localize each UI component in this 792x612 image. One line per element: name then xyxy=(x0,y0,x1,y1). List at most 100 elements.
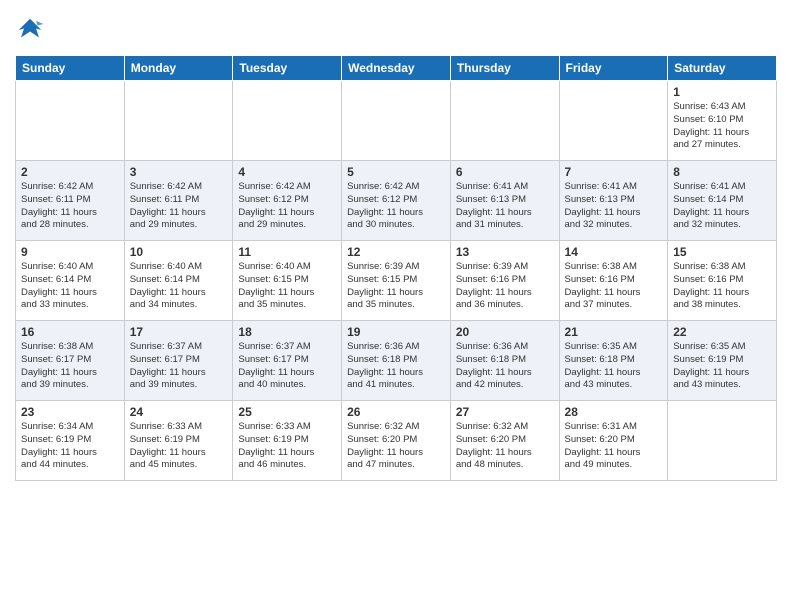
day-number: 27 xyxy=(456,405,554,419)
calendar-cell xyxy=(233,81,342,161)
calendar-cell: 23 Sunrise: 6:34 AM Sunset: 6:19 PM Dayli… xyxy=(16,401,125,481)
day-info: Sunrise: 6:39 AM Sunset: 6:15 PM Dayligh… xyxy=(347,261,445,312)
day-info: Sunrise: 6:42 AM Sunset: 6:11 PM Dayligh… xyxy=(21,181,119,232)
day-number: 26 xyxy=(347,405,445,419)
day-info: Sunrise: 6:38 AM Sunset: 6:16 PM Dayligh… xyxy=(673,261,771,312)
calendar-cell xyxy=(342,81,451,161)
day-info: Sunrise: 6:38 AM Sunset: 6:16 PM Dayligh… xyxy=(565,261,663,312)
day-info: Sunrise: 6:32 AM Sunset: 6:20 PM Dayligh… xyxy=(456,421,554,472)
day-number: 8 xyxy=(673,165,771,179)
day-info: Sunrise: 6:40 AM Sunset: 6:14 PM Dayligh… xyxy=(21,261,119,312)
day-info: Sunrise: 6:32 AM Sunset: 6:20 PM Dayligh… xyxy=(347,421,445,472)
day-info: Sunrise: 6:31 AM Sunset: 6:20 PM Dayligh… xyxy=(565,421,663,472)
weekday-header-thursday: Thursday xyxy=(450,56,559,81)
calendar-week-row: 23 Sunrise: 6:34 AM Sunset: 6:19 PM Dayli… xyxy=(16,401,777,481)
day-number: 7 xyxy=(565,165,663,179)
calendar-cell: 26 Sunrise: 6:32 AM Sunset: 6:20 PM Dayli… xyxy=(342,401,451,481)
calendar-cell: 13 Sunrise: 6:39 AM Sunset: 6:16 PM Dayli… xyxy=(450,241,559,321)
logo xyxy=(15,15,47,45)
calendar-cell: 8 Sunrise: 6:41 AM Sunset: 6:14 PM Daylig… xyxy=(668,161,777,241)
day-info: Sunrise: 6:42 AM Sunset: 6:12 PM Dayligh… xyxy=(347,181,445,232)
day-info: Sunrise: 6:37 AM Sunset: 6:17 PM Dayligh… xyxy=(238,341,336,392)
calendar-cell xyxy=(124,81,233,161)
calendar-cell: 5 Sunrise: 6:42 AM Sunset: 6:12 PM Daylig… xyxy=(342,161,451,241)
calendar-cell xyxy=(16,81,125,161)
calendar-cell: 16 Sunrise: 6:38 AM Sunset: 6:17 PM Dayli… xyxy=(16,321,125,401)
weekday-header-wednesday: Wednesday xyxy=(342,56,451,81)
day-info: Sunrise: 6:41 AM Sunset: 6:13 PM Dayligh… xyxy=(565,181,663,232)
calendar-cell: 20 Sunrise: 6:36 AM Sunset: 6:18 PM Dayli… xyxy=(450,321,559,401)
calendar-cell: 22Sunrise: 6:35 AM Sunset: 6:19 PM Dayli… xyxy=(668,321,777,401)
day-number: 11 xyxy=(238,245,336,259)
calendar-week-row: 9 Sunrise: 6:40 AM Sunset: 6:14 PM Daylig… xyxy=(16,241,777,321)
calendar-cell xyxy=(668,401,777,481)
calendar-cell: 14 Sunrise: 6:38 AM Sunset: 6:16 PM Dayli… xyxy=(559,241,668,321)
weekday-header-row: SundayMondayTuesdayWednesdayThursdayFrid… xyxy=(16,56,777,81)
day-info: Sunrise: 6:36 AM Sunset: 6:18 PM Dayligh… xyxy=(347,341,445,392)
calendar-cell xyxy=(450,81,559,161)
calendar-week-row: 1 Sunrise: 6:43 AM Sunset: 6:10 PM Daylig… xyxy=(16,81,777,161)
calendar-cell: 4 Sunrise: 6:42 AM Sunset: 6:12 PM Daylig… xyxy=(233,161,342,241)
calendar-cell: 19 Sunrise: 6:36 AM Sunset: 6:18 PM Dayli… xyxy=(342,321,451,401)
day-number: 1 xyxy=(673,85,771,99)
day-info: Sunrise: 6:41 AM Sunset: 6:13 PM Dayligh… xyxy=(456,181,554,232)
calendar-cell: 10Sunrise: 6:40 AM Sunset: 6:14 PM Dayli… xyxy=(124,241,233,321)
calendar-cell: 25 Sunrise: 6:33 AM Sunset: 6:19 PM Dayli… xyxy=(233,401,342,481)
weekday-header-friday: Friday xyxy=(559,56,668,81)
day-info: Sunrise: 6:38 AM Sunset: 6:17 PM Dayligh… xyxy=(21,341,119,392)
day-number: 5 xyxy=(347,165,445,179)
calendar-cell: 18 Sunrise: 6:37 AM Sunset: 6:17 PM Dayli… xyxy=(233,321,342,401)
calendar-cell: 11 Sunrise: 6:40 AM Sunset: 6:15 PM Dayli… xyxy=(233,241,342,321)
day-info: Sunrise: 6:33 AM Sunset: 6:19 PM Dayligh… xyxy=(130,421,228,472)
day-number: 23 xyxy=(21,405,119,419)
day-number: 9 xyxy=(21,245,119,259)
calendar-week-row: 16 Sunrise: 6:38 AM Sunset: 6:17 PM Dayli… xyxy=(16,321,777,401)
calendar-cell: 27 Sunrise: 6:32 AM Sunset: 6:20 PM Dayli… xyxy=(450,401,559,481)
calendar-cell: 17Sunrise: 6:37 AM Sunset: 6:17 PM Dayli… xyxy=(124,321,233,401)
day-info: Sunrise: 6:35 AM Sunset: 6:18 PM Dayligh… xyxy=(565,341,663,392)
weekday-header-monday: Monday xyxy=(124,56,233,81)
calendar-cell: 2 Sunrise: 6:42 AM Sunset: 6:11 PM Daylig… xyxy=(16,161,125,241)
calendar-body: 1 Sunrise: 6:43 AM Sunset: 6:10 PM Daylig… xyxy=(16,81,777,481)
day-info: Sunrise: 6:42 AM Sunset: 6:12 PM Dayligh… xyxy=(238,181,336,232)
day-number: 25 xyxy=(238,405,336,419)
calendar-cell: 15 Sunrise: 6:38 AM Sunset: 6:16 PM Dayli… xyxy=(668,241,777,321)
day-info: Sunrise: 6:33 AM Sunset: 6:19 PM Dayligh… xyxy=(238,421,336,472)
day-info: Sunrise: 6:39 AM Sunset: 6:16 PM Dayligh… xyxy=(456,261,554,312)
logo-bird-icon xyxy=(15,15,45,45)
day-info: Sunrise: 6:36 AM Sunset: 6:18 PM Dayligh… xyxy=(456,341,554,392)
calendar-cell: 21 Sunrise: 6:35 AM Sunset: 6:18 PM Dayli… xyxy=(559,321,668,401)
day-number: 18 xyxy=(238,325,336,339)
calendar-cell: 6 Sunrise: 6:41 AM Sunset: 6:13 PM Daylig… xyxy=(450,161,559,241)
calendar-table: SundayMondayTuesdayWednesdayThursdayFrid… xyxy=(15,55,777,481)
calendar-cell: 9 Sunrise: 6:40 AM Sunset: 6:14 PM Daylig… xyxy=(16,241,125,321)
calendar-cell: 7 Sunrise: 6:41 AM Sunset: 6:13 PM Daylig… xyxy=(559,161,668,241)
day-number: 2 xyxy=(21,165,119,179)
day-number: 16 xyxy=(21,325,119,339)
day-number: 20 xyxy=(456,325,554,339)
calendar-cell: 24 Sunrise: 6:33 AM Sunset: 6:19 PM Dayli… xyxy=(124,401,233,481)
day-number: 24 xyxy=(130,405,228,419)
day-number: 4 xyxy=(238,165,336,179)
weekday-header-sunday: Sunday xyxy=(16,56,125,81)
calendar-cell: 1 Sunrise: 6:43 AM Sunset: 6:10 PM Daylig… xyxy=(668,81,777,161)
day-info: Sunrise: 6:40 AM Sunset: 6:14 PM Dayligh… xyxy=(130,261,228,312)
day-info: Sunrise: 6:37 AM Sunset: 6:17 PM Dayligh… xyxy=(130,341,228,392)
day-info: Sunrise: 6:34 AM Sunset: 6:19 PM Dayligh… xyxy=(21,421,119,472)
calendar-cell: 28 Sunrise: 6:31 AM Sunset: 6:20 PM Dayli… xyxy=(559,401,668,481)
day-info: Sunrise: 6:41 AM Sunset: 6:14 PM Dayligh… xyxy=(673,181,771,232)
day-number: 28 xyxy=(565,405,663,419)
day-number: 14 xyxy=(565,245,663,259)
day-info: Sunrise: 6:43 AM Sunset: 6:10 PM Dayligh… xyxy=(673,101,771,152)
calendar-cell: 12 Sunrise: 6:39 AM Sunset: 6:15 PM Dayli… xyxy=(342,241,451,321)
day-info: Sunrise: 6:35 AM Sunset: 6:19 PM Dayligh… xyxy=(673,341,771,392)
day-number: 6 xyxy=(456,165,554,179)
day-info: Sunrise: 6:40 AM Sunset: 6:15 PM Dayligh… xyxy=(238,261,336,312)
day-number: 19 xyxy=(347,325,445,339)
day-number: 21 xyxy=(565,325,663,339)
day-number: 13 xyxy=(456,245,554,259)
day-number: 12 xyxy=(347,245,445,259)
calendar-week-row: 2 Sunrise: 6:42 AM Sunset: 6:11 PM Daylig… xyxy=(16,161,777,241)
day-info: Sunrise: 6:42 AM Sunset: 6:11 PM Dayligh… xyxy=(130,181,228,232)
day-number: 15 xyxy=(673,245,771,259)
